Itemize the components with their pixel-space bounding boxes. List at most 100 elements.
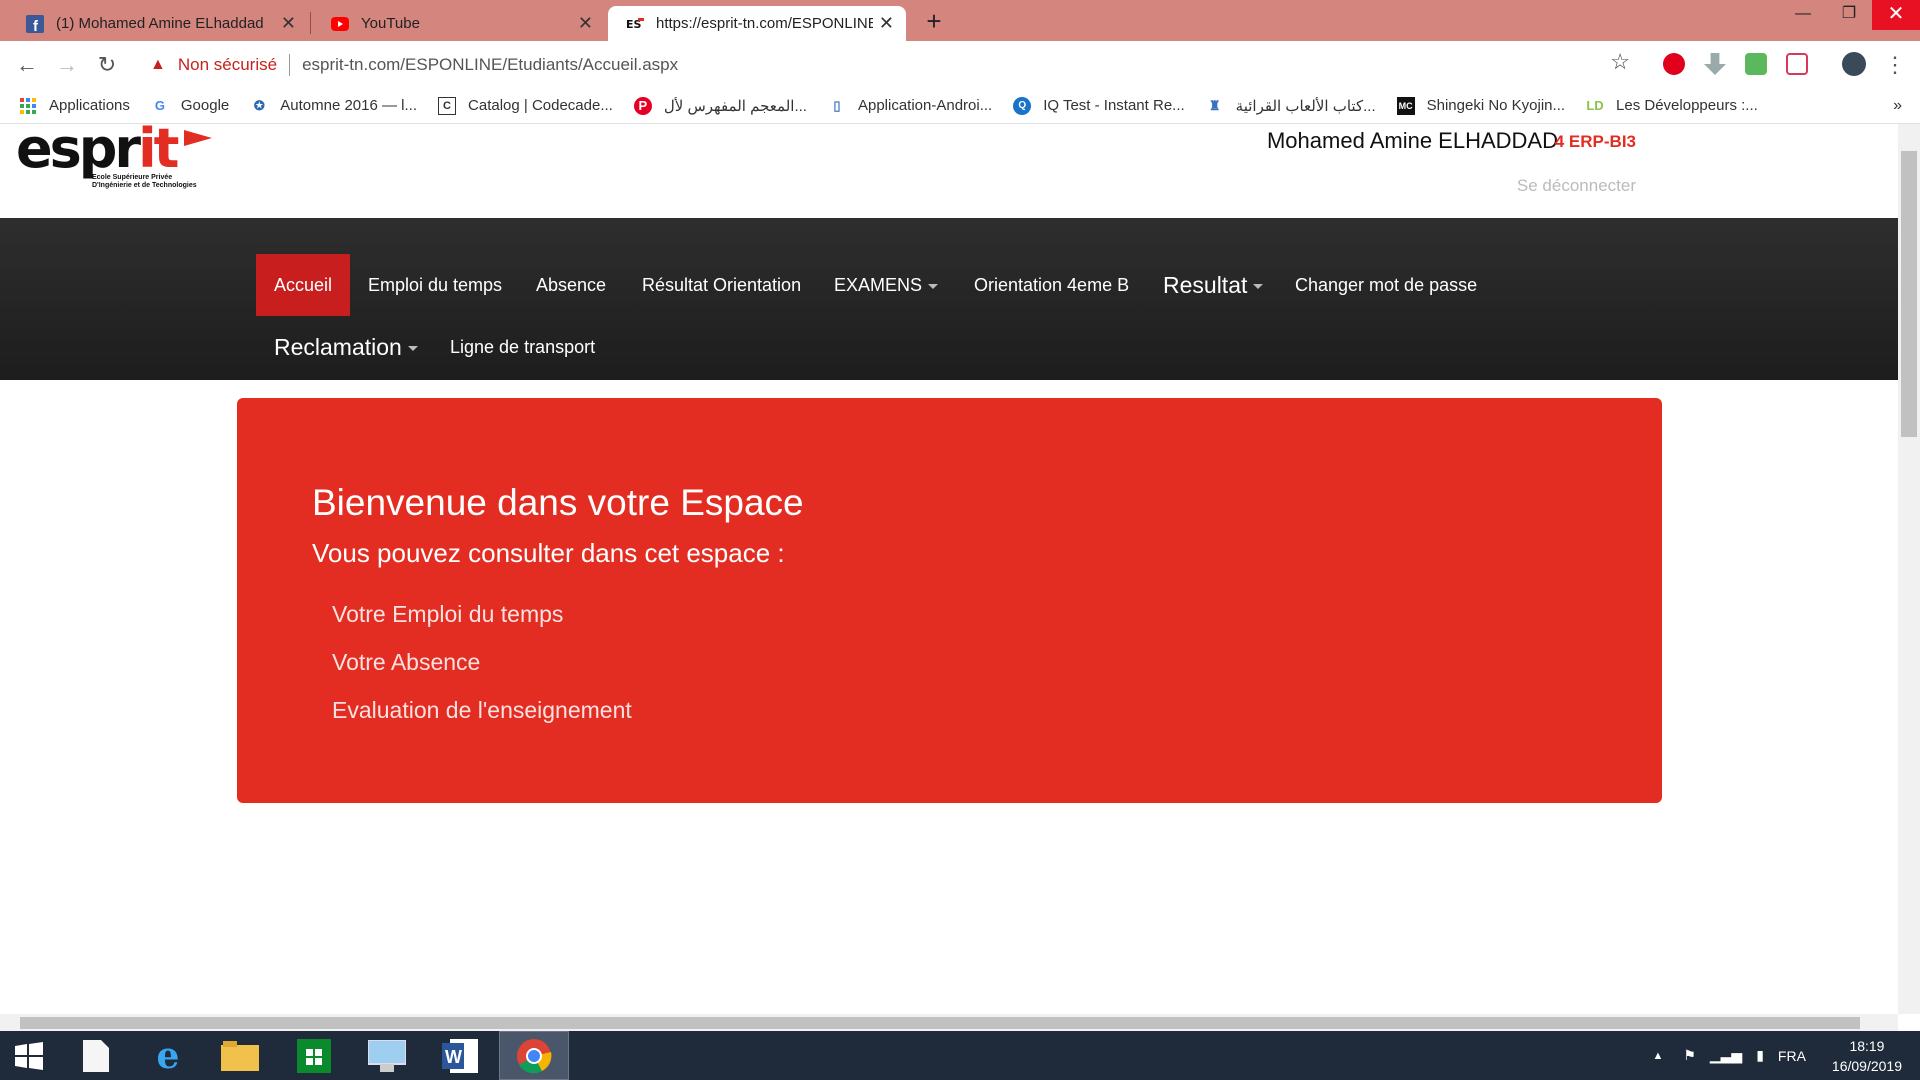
nav-examens[interactable]: EXAMENS xyxy=(816,254,956,316)
tab-youtube[interactable]: YouTube ✕ xyxy=(313,6,605,41)
bookmark-label: IQ Test - Instant Re... xyxy=(1043,97,1185,114)
nav-label: EXAMENS xyxy=(834,275,923,295)
new-tab-button[interactable]: + xyxy=(916,6,952,36)
feedly-extension-icon[interactable] xyxy=(1745,53,1767,75)
bookmark-shingeki[interactable]: MC Shingeki No Kyojin... xyxy=(1396,96,1565,115)
bookmark-applications[interactable]: Applications xyxy=(19,97,130,115)
minimize-icon[interactable]: — xyxy=(1780,0,1826,30)
bookmark-iq-test[interactable]: Q IQ Test - Instant Re... xyxy=(1013,96,1185,115)
nav-changer-mot-de-passe[interactable]: Changer mot de passe xyxy=(1277,254,1495,316)
file-icon: ▯ xyxy=(833,97,841,113)
bookmark-label: Applications xyxy=(49,97,130,114)
book-icon: ♜ xyxy=(1208,97,1221,113)
chevron-down-icon xyxy=(1253,284,1264,290)
tab-title: (1) Mohamed Amine ELhaddad xyxy=(56,15,264,32)
battery-icon[interactable]: ▮ xyxy=(1756,1047,1764,1064)
apps-grid-icon xyxy=(19,97,37,115)
bookmark-les-developpeurs[interactable]: LD Les Développeurs :... xyxy=(1586,97,1758,115)
download-extension-icon[interactable] xyxy=(1704,53,1726,75)
close-tab-icon[interactable]: ✕ xyxy=(879,13,894,34)
svg-text:W: W xyxy=(445,1047,462,1067)
nav-ligne-de-transport[interactable]: Ligne de transport xyxy=(432,316,613,378)
bookmark-label: Catalog | Codecade... xyxy=(468,97,613,114)
url-text[interactable]: esprit-tn.com/ESPONLINE/Etudiants/Accuei… xyxy=(302,55,678,75)
security-label[interactable]: Non sécurisé xyxy=(178,55,277,75)
logo-accent: it xyxy=(138,124,179,180)
internet-explorer-icon[interactable]: e xyxy=(133,1031,203,1080)
pinterest-icon: P xyxy=(633,96,652,115)
opera-extension-icon[interactable] xyxy=(1663,53,1685,75)
bookmark-label: Automne 2016 — l... xyxy=(280,97,418,114)
show-hidden-icons-icon[interactable]: ▲ xyxy=(1652,1050,1663,1062)
bookmark-label: Les Développeurs :... xyxy=(1616,97,1758,114)
word-icon[interactable]: W xyxy=(425,1031,495,1080)
welcome-subtitle: Vous pouvez consulter dans cet espace : xyxy=(312,538,785,568)
tab-separator xyxy=(310,12,311,34)
vertical-scroll-thumb[interactable] xyxy=(1901,151,1917,437)
forward-icon[interactable]: → xyxy=(52,50,82,80)
close-tab-icon[interactable]: ✕ xyxy=(578,13,593,34)
nav-emploi-du-temps[interactable]: Emploi du temps xyxy=(350,254,520,316)
tab-facebook[interactable]: f (1) Mohamed Amine ELhaddad ✕ xyxy=(8,6,308,41)
language-indicator[interactable]: FRA xyxy=(1778,1048,1806,1064)
globe-icon: ✪ xyxy=(253,97,265,113)
menu-icon[interactable]: ⋮ xyxy=(1880,50,1910,80)
bookmark-codecademy[interactable]: C Catalog | Codecade... xyxy=(438,96,613,115)
logo-subtitle-2: D'Ingénierie et de Technologies xyxy=(92,182,197,189)
nav-resultat[interactable]: Resultat xyxy=(1145,254,1281,316)
bookmark-label: Application-Androi... xyxy=(857,97,993,114)
bookmark-google[interactable]: G Google xyxy=(151,97,229,115)
welcome-title: Bienvenue dans votre Espace xyxy=(312,482,804,523)
address-bar[interactable]: ▲ Non sécurisé esprit-tn.com/ESPONLINE/E… xyxy=(136,47,1640,82)
reload-icon[interactable]: ↻ xyxy=(92,50,122,80)
network-icon[interactable]: ▁▃▅ xyxy=(1710,1047,1742,1064)
chrome-icon[interactable] xyxy=(499,1031,569,1080)
file-explorer-icon[interactable] xyxy=(205,1031,275,1080)
system-tray: ▲ ⚑ ▁▃▅ ▮ FRA 18:19 16/09/2019 xyxy=(1652,1031,1920,1080)
nav-absence[interactable]: Absence xyxy=(518,254,624,316)
windows-start-icon[interactable] xyxy=(0,1031,58,1080)
logo-text: espr xyxy=(16,124,141,180)
nav-accueil[interactable]: Accueil xyxy=(256,254,351,316)
browser-tab-bar: f (1) Mohamed Amine ELhaddad ✕ YouTube ✕… xyxy=(0,0,1920,41)
close-tab-icon[interactable]: ✕ xyxy=(281,13,296,34)
bookmark-automne[interactable]: ✪ Automne 2016 — l... xyxy=(250,97,417,115)
iq-icon: Q xyxy=(1013,96,1032,115)
close-window-icon[interactable]: ✕ xyxy=(1872,0,1920,30)
store-icon[interactable] xyxy=(279,1031,349,1080)
pocket-extension-icon[interactable] xyxy=(1786,53,1808,75)
youtube-icon xyxy=(331,15,349,33)
clock[interactable]: 18:19 16/09/2019 xyxy=(1832,1036,1902,1076)
page-content: esprit Ecole Supérieure Privée D'Ingénie… xyxy=(0,124,1898,1014)
google-icon: G xyxy=(154,98,165,113)
horizontal-scroll-thumb[interactable] xyxy=(20,1017,1860,1029)
mc-icon: MC xyxy=(1396,96,1415,115)
nav-orientation-4eme-b[interactable]: Orientation 4eme B xyxy=(956,254,1147,316)
more-bookmarks-button[interactable]: » xyxy=(1893,97,1902,115)
bookmark-arabic-book[interactable]: ♜ كتاب الألعاب القرائية... xyxy=(1206,97,1376,115)
esprit-logo[interactable]: esprit Ecole Supérieure Privée D'Ingénie… xyxy=(16,124,226,204)
facebook-icon: f xyxy=(26,14,44,33)
bookmark-star-icon[interactable]: ☆ xyxy=(1610,49,1630,75)
file-icon[interactable] xyxy=(61,1031,131,1080)
warning-icon: ▲ xyxy=(150,55,166,73)
avatar[interactable] xyxy=(1842,52,1866,76)
welcome-item[interactable]: Votre Absence xyxy=(332,649,480,676)
divider xyxy=(289,53,291,76)
control-panel-icon[interactable] xyxy=(352,1031,422,1080)
bookmark-android-app[interactable]: ▯ Application-Androi... xyxy=(828,97,992,115)
logout-link[interactable]: Se déconnecter xyxy=(1517,176,1636,196)
bookmark-arabic-dictionary[interactable]: P المعجم المفهرس لأل... xyxy=(633,96,807,115)
welcome-item[interactable]: Evaluation de l'enseignement xyxy=(332,697,632,724)
clock-time: 18:19 xyxy=(1849,1037,1885,1054)
back-icon[interactable]: ← xyxy=(12,50,42,80)
welcome-item[interactable]: Votre Emploi du temps xyxy=(332,601,563,628)
nav-reclamation[interactable]: Reclamation xyxy=(256,316,436,378)
browser-toolbar: ← → ↻ ▲ Non sécurisé esprit-tn.com/ESPON… xyxy=(0,41,1920,88)
tab-esprit[interactable]: ES https://esprit-tn.com/ESPONLINE ✕ xyxy=(608,6,906,41)
chevron-down-icon xyxy=(928,283,939,289)
nav-resultat-orientation[interactable]: Résultat Orientation xyxy=(624,254,819,316)
windows-taskbar: e W ▲ ⚑ ▁▃▅ ▮ FRA 18:19 16/09/2019 xyxy=(0,1031,1920,1080)
maximize-icon[interactable]: ❐ xyxy=(1826,0,1872,30)
action-center-flag-icon[interactable]: ⚑ xyxy=(1683,1047,1696,1064)
